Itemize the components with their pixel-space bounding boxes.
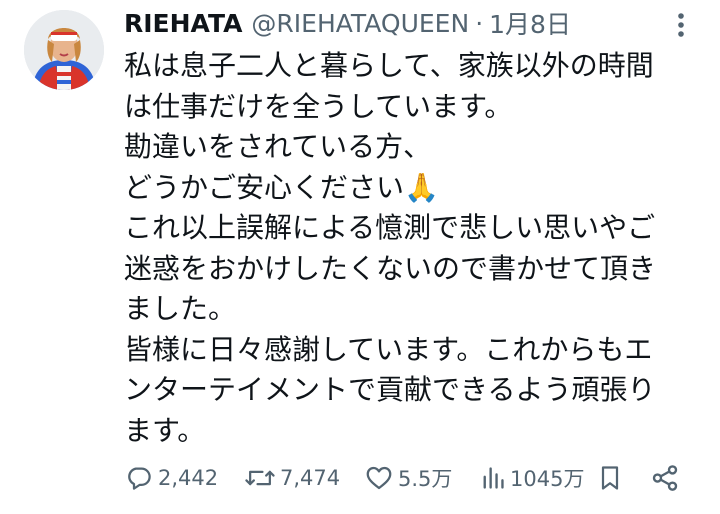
tweet-text-line: ます。 <box>124 413 206 447</box>
tweet-text-line: 皆様に日々感謝しています。これからもエ <box>124 332 653 366</box>
author-handle[interactable]: @RIEHATAQUEEN <box>251 9 469 38</box>
bookmark-button[interactable] <box>596 458 624 498</box>
share-icon <box>652 465 678 491</box>
tweet-text-line: 私は息子二人と暮らして、家族以外の時間 <box>124 49 654 82</box>
reply-count: 2,442 <box>158 466 219 490</box>
bar-chart-icon <box>483 467 504 489</box>
tweet-text-line: 迷惑をおかけしたくないので書かせて頂き <box>124 251 657 285</box>
tweet-text-line: ンターテイメントで貢献できるよう頑張り <box>124 373 656 406</box>
author-display-name[interactable]: RIEHATA <box>124 9 242 38</box>
tweet-text-line: は仕事だけを全うしています。 <box>124 89 513 123</box>
reply-button[interactable]: 2,442 <box>124 458 218 498</box>
tweet: RIEHATA @RIEHATAQUEEN · 1月8日 私は息子二人と暮らして… <box>0 0 720 514</box>
tweet-header: RIEHATA @RIEHATAQUEEN · 1月8日 <box>124 6 571 40</box>
share-button[interactable] <box>650 458 680 498</box>
tweet-text-line: ました。 <box>124 292 237 325</box>
heart-icon <box>366 466 392 490</box>
tweet-text-line: 勘違いをされている方、 <box>124 130 432 163</box>
tweet-text-line: これ以上誤解による憶測で悲しい思いやご <box>124 211 656 244</box>
header-separator: · <box>475 8 484 38</box>
views-button[interactable]: 1045万 <box>480 458 584 498</box>
bookmark-icon <box>601 466 619 490</box>
repost-count: 7,474 <box>280 466 341 490</box>
tweet-text-line: どうかご安心ください🙏 <box>124 170 439 204</box>
tweet-date[interactable]: 1月8日 <box>489 5 571 41</box>
like-button[interactable]: 5.5万 <box>364 458 452 498</box>
tweet-text: 私は息子二人と暮らして、家族以外の時間 は仕事だけを全うしています。 勘違いをさ… <box>124 46 718 451</box>
repost-button[interactable]: 7,474 <box>244 458 340 498</box>
like-count: 5.5万 <box>398 467 453 491</box>
avatar[interactable] <box>24 10 104 90</box>
more-options-button[interactable] <box>664 8 698 42</box>
reply-bubble-icon <box>128 467 151 490</box>
more-dots-icon <box>678 13 684 37</box>
tweet-actions: 2,442 7,474 5.5万 1045万 <box>124 458 714 498</box>
avatar-image <box>24 10 104 90</box>
view-count: 1045万 <box>510 467 585 491</box>
repost-arrows-icon <box>245 470 275 486</box>
